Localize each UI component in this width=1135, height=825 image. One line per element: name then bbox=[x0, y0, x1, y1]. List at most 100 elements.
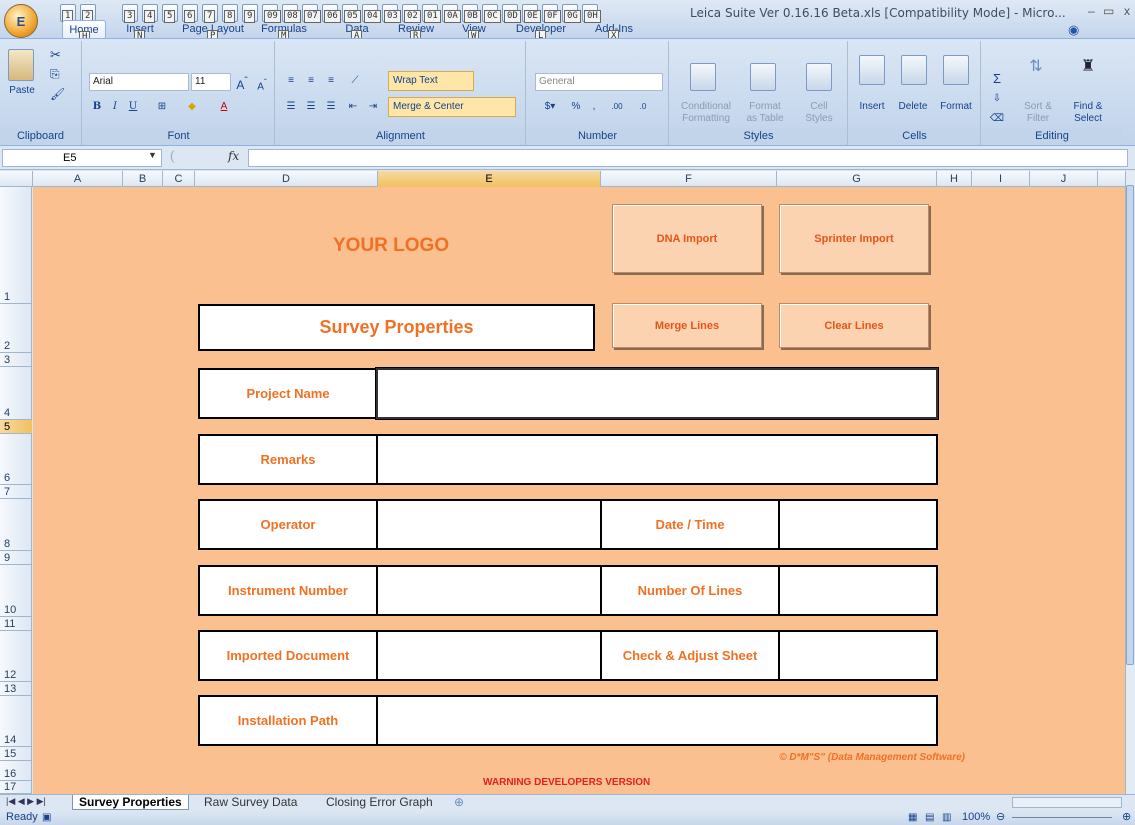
insert-sheet-icon[interactable]: ⊕ bbox=[448, 795, 470, 810]
name-box-dropdown-icon[interactable]: ▼ bbox=[148, 150, 157, 160]
format-button[interactable]: Format bbox=[935, 101, 977, 112]
office-button[interactable]: E bbox=[4, 4, 38, 38]
cell-styles-button-line2[interactable]: Styles bbox=[794, 113, 844, 124]
orientation-icon[interactable]: ⟋ bbox=[344, 71, 366, 91]
delete-cells-icon[interactable] bbox=[901, 55, 927, 85]
paste-button[interactable]: Paste bbox=[2, 85, 42, 96]
align-left-icon[interactable]: ☰ bbox=[282, 97, 300, 117]
shrink-font-icon[interactable]: Aˇ bbox=[253, 72, 271, 92]
column-header-c[interactable]: C bbox=[163, 171, 195, 187]
name-box[interactable]: E5 bbox=[2, 149, 162, 167]
installation-path-input[interactable] bbox=[376, 695, 938, 746]
column-header-a[interactable]: A bbox=[33, 171, 123, 187]
find-select-button-line2[interactable]: Select bbox=[1064, 113, 1112, 124]
format-cells-icon[interactable] bbox=[943, 55, 969, 85]
format-painter-icon[interactable]: 🖌 bbox=[50, 87, 65, 101]
row-header-14[interactable]: 14 bbox=[0, 696, 32, 747]
column-header-e[interactable]: E bbox=[378, 171, 601, 187]
row-header-11[interactable]: 11 bbox=[0, 617, 32, 631]
tab-page-layout[interactable]: Page Layout P bbox=[178, 20, 248, 43]
select-all-corner[interactable] bbox=[0, 171, 33, 187]
qat-button-0A[interactable]: 0A bbox=[442, 4, 461, 23]
row-header-6[interactable]: 6 bbox=[0, 434, 32, 485]
tab-add-ins[interactable]: Add-Ins X bbox=[590, 20, 638, 43]
tab-home[interactable]: Home H bbox=[62, 20, 106, 44]
row-header-5[interactable]: 5 bbox=[0, 420, 32, 434]
tab-insert[interactable]: Insert N bbox=[118, 20, 162, 43]
sort-filter-icon[interactable]: ⇅ bbox=[1022, 57, 1050, 77]
font-family-select[interactable]: Arial bbox=[89, 73, 189, 91]
zoom-slider[interactable] bbox=[1012, 817, 1112, 818]
sheet-tab-closing-error-graph[interactable]: Closing Error Graph bbox=[320, 795, 439, 810]
align-middle-icon[interactable]: ≡ bbox=[302, 71, 320, 91]
instrument-number-input[interactable] bbox=[376, 565, 602, 616]
row-header-7[interactable]: 7 bbox=[0, 485, 32, 499]
copy-icon[interactable]: ⎘ bbox=[50, 67, 60, 82]
italic-icon[interactable]: I bbox=[107, 97, 123, 117]
tab-formulas[interactable]: Formulas M bbox=[256, 20, 312, 43]
delete-button[interactable]: Delete bbox=[893, 101, 933, 112]
row-header-13[interactable]: 13 bbox=[0, 682, 32, 696]
format-as-table-icon[interactable] bbox=[750, 63, 776, 91]
tab-data[interactable]: Data A bbox=[342, 20, 372, 43]
page-layout-view-icon[interactable]: ▤ bbox=[925, 810, 934, 825]
column-header-i[interactable]: I bbox=[972, 171, 1030, 187]
decrease-indent-icon[interactable]: ⇤ bbox=[344, 97, 362, 117]
help-icon[interactable]: ◉ bbox=[1068, 22, 1079, 38]
merge-center-button[interactable]: Merge & Center bbox=[388, 97, 516, 117]
clear-icon[interactable]: ⌫ bbox=[988, 109, 1006, 129]
align-top-icon[interactable]: ≡ bbox=[282, 71, 300, 91]
borders-icon[interactable]: ⊞ bbox=[153, 97, 171, 117]
fill-icon[interactable]: ⇩ bbox=[988, 89, 1006, 109]
decrease-decimal-icon[interactable]: .0 bbox=[631, 97, 655, 117]
increase-decimal-icon[interactable]: .00 bbox=[605, 97, 629, 117]
check-adjust-input[interactable] bbox=[778, 630, 938, 681]
sheet-tab-survey-properties[interactable]: Survey Properties bbox=[72, 795, 189, 810]
currency-icon[interactable]: $▾ bbox=[535, 97, 565, 117]
row-header-16[interactable]: 16 bbox=[0, 761, 32, 781]
tab-developer[interactable]: Developer L bbox=[514, 20, 568, 43]
zoom-in-icon[interactable]: ⊕ bbox=[1122, 810, 1131, 825]
format-as-table-button[interactable]: Format bbox=[740, 101, 790, 112]
insert-function-icon[interactable]: fx bbox=[228, 149, 239, 163]
cell-styles-icon[interactable] bbox=[806, 63, 832, 91]
format-as-table-button-line2[interactable]: as Table bbox=[740, 113, 790, 124]
fill-color-icon[interactable]: ◆ bbox=[183, 97, 201, 117]
close-button[interactable]: x bbox=[1124, 4, 1130, 18]
column-header-j[interactable]: J bbox=[1030, 171, 1098, 187]
percent-icon[interactable]: % bbox=[567, 97, 585, 117]
column-header-f[interactable]: F bbox=[601, 171, 777, 187]
column-header-b[interactable]: B bbox=[123, 171, 163, 187]
zoom-level[interactable]: 100% bbox=[962, 810, 990, 825]
dna-import-button[interactable]: DNA Import bbox=[612, 204, 762, 273]
zoom-out-icon[interactable]: ⊖ bbox=[996, 810, 1005, 825]
wrap-text-button[interactable]: Wrap Text bbox=[388, 71, 474, 91]
normal-view-icon[interactable]: ▦ bbox=[908, 810, 917, 825]
horizontal-scrollbar[interactable] bbox=[1012, 797, 1122, 808]
qat-button-5[interactable]: 5 bbox=[162, 4, 178, 23]
row-header-1[interactable]: 1 bbox=[0, 187, 32, 304]
row-header-12[interactable]: 12 bbox=[0, 631, 32, 682]
page-break-view-icon[interactable]: ▥ bbox=[942, 810, 951, 825]
paste-icon[interactable] bbox=[8, 49, 34, 81]
minimize-button[interactable]: – bbox=[1088, 4, 1095, 18]
column-header-d[interactable]: D bbox=[195, 171, 378, 187]
formula-input[interactable] bbox=[248, 149, 1128, 167]
sheet-tab-raw-survey-data[interactable]: Raw Survey Data bbox=[198, 795, 303, 810]
operator-input[interactable] bbox=[376, 499, 602, 550]
merge-lines-button[interactable]: Merge Lines bbox=[612, 303, 762, 348]
row-header-15[interactable]: 15 bbox=[0, 747, 32, 761]
sprinter-import-button[interactable]: Sprinter Import bbox=[779, 204, 929, 273]
restore-button[interactable]: ▭ bbox=[1103, 4, 1114, 18]
date-time-input[interactable] bbox=[778, 499, 938, 550]
clear-lines-button[interactable]: Clear Lines bbox=[779, 303, 929, 348]
row-header-2[interactable]: 2 bbox=[0, 304, 32, 353]
sort-filter-button[interactable]: Sort & bbox=[1014, 101, 1062, 112]
insert-cells-icon[interactable] bbox=[859, 55, 885, 85]
cut-icon[interactable]: ✂ bbox=[50, 47, 61, 63]
align-right-icon[interactable]: ☰ bbox=[322, 97, 340, 117]
remarks-input[interactable] bbox=[376, 434, 938, 485]
row-header-9[interactable]: 9 bbox=[0, 551, 32, 565]
autosum-icon[interactable]: Σ bbox=[988, 69, 1006, 89]
underline-icon[interactable]: U bbox=[125, 97, 141, 117]
